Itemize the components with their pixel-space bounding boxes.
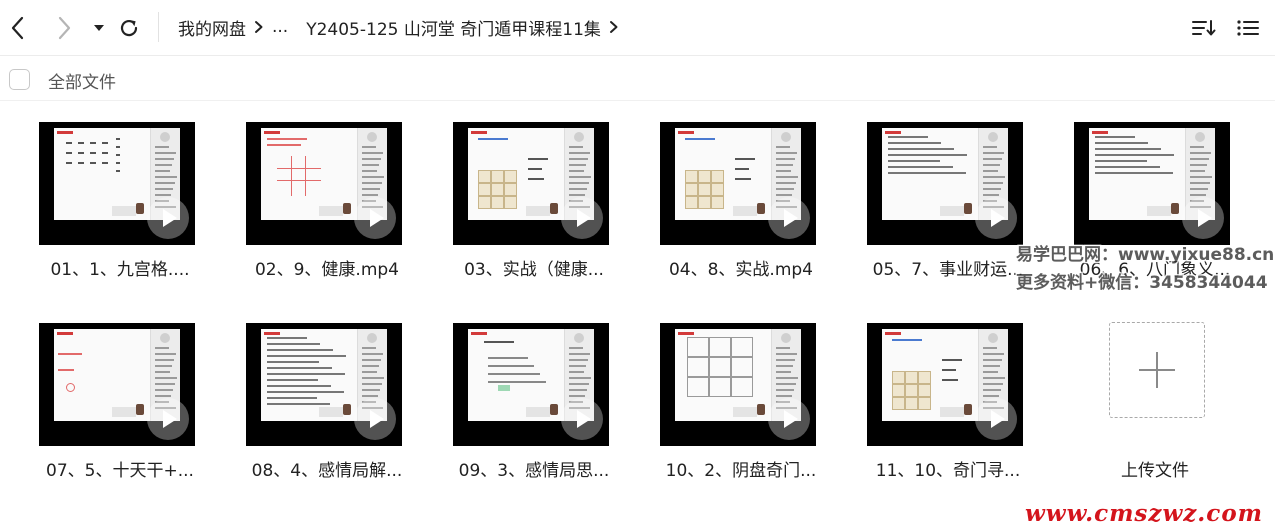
chevron-right-icon xyxy=(601,20,627,34)
refresh-icon xyxy=(120,19,138,37)
file-tile[interactable]: 11、10、奇门寻... xyxy=(853,302,1043,482)
video-thumbnail[interactable] xyxy=(246,323,402,446)
history-dropdown-button[interactable] xyxy=(83,10,115,46)
sort-descending-icon xyxy=(1192,20,1216,36)
caret-down-icon xyxy=(94,25,104,31)
play-icon xyxy=(147,398,189,440)
file-name[interactable]: 08、4、感情局解... xyxy=(232,456,422,481)
file-tile[interactable]: 02、9、健康.mp4 xyxy=(232,101,422,281)
play-icon xyxy=(147,197,189,239)
list-view-icon xyxy=(1237,20,1259,36)
video-thumbnail[interactable] xyxy=(39,122,195,245)
toolbar-divider xyxy=(158,12,159,42)
file-tile[interactable]: 05、7、事业财运... xyxy=(853,101,1043,281)
video-thumbnail[interactable] xyxy=(453,323,609,446)
play-icon xyxy=(768,398,810,440)
file-grid: 01、1、九宫格.... 02、9、健康.mp4 03、实战（健康... 04、8、实… xyxy=(0,101,1275,532)
file-tile[interactable]: 08、4、感情局解... xyxy=(232,302,422,482)
file-name[interactable]: 07、5、十天干+... xyxy=(25,456,215,481)
file-tile[interactable]: 01、1、九宫格.... xyxy=(25,101,215,281)
chevron-right-icon xyxy=(58,16,71,40)
play-icon xyxy=(975,197,1017,239)
play-icon xyxy=(561,197,603,239)
file-tile[interactable]: 04、8、实战.mp4 xyxy=(646,101,836,281)
breadcrumb-current[interactable]: Y2405-125 山河堂 奇门遁甲课程11集 xyxy=(306,15,601,40)
watermark-line-2: 更多资料+微信：3458344044 xyxy=(1015,272,1270,295)
breadcrumb-ellipsis[interactable]: ... xyxy=(272,17,288,37)
select-all-checkbox[interactable] xyxy=(9,69,30,90)
file-name[interactable]: 05、7、事业财运... xyxy=(853,255,1043,280)
file-tile[interactable]: 07、5、十天干+... xyxy=(25,302,215,482)
select-all-bar: 全部文件 xyxy=(0,57,1275,101)
breadcrumb-root[interactable]: 我的网盘 xyxy=(178,15,246,40)
file-name[interactable]: 11、10、奇门寻... xyxy=(853,456,1043,481)
watermark-line-1: 易学巴巴网：www.yixue88.cn xyxy=(1014,244,1275,267)
upload-button[interactable] xyxy=(1109,322,1205,418)
forward-button[interactable] xyxy=(48,10,80,46)
watermark-site: www.cmszwz.com xyxy=(1025,500,1263,527)
play-icon xyxy=(354,398,396,440)
video-thumbnail[interactable] xyxy=(660,323,816,446)
plus-icon xyxy=(1139,352,1175,388)
top-navigation-bar: 我的网盘 ... Y2405-125 山河堂 奇门遁甲课程11集 xyxy=(0,0,1275,56)
chevron-left-icon xyxy=(11,16,24,40)
upload-label[interactable]: 上传文件 xyxy=(1060,456,1250,481)
back-button[interactable] xyxy=(2,10,34,46)
file-name[interactable]: 01、1、九宫格.... xyxy=(25,255,215,280)
play-icon xyxy=(768,197,810,239)
play-icon xyxy=(1182,197,1224,239)
view-mode-button[interactable] xyxy=(1231,12,1265,44)
file-tile[interactable]: 10、2、阴盘奇门... xyxy=(646,302,836,482)
file-name[interactable]: 03、实战（健康... xyxy=(439,255,629,280)
select-all-label: 全部文件 xyxy=(48,73,116,93)
file-name[interactable]: 09、3、感情局思... xyxy=(439,456,629,481)
file-tile[interactable]: 03、实战（健康... xyxy=(439,101,629,281)
sort-button[interactable] xyxy=(1187,12,1221,44)
file-name[interactable]: 10、2、阴盘奇门... xyxy=(646,456,836,481)
video-thumbnail[interactable] xyxy=(867,122,1023,245)
play-icon xyxy=(561,398,603,440)
video-thumbnail[interactable] xyxy=(39,323,195,446)
upload-tile[interactable]: 上传文件 xyxy=(1060,302,1250,482)
chevron-right-icon xyxy=(246,20,272,34)
video-thumbnail[interactable] xyxy=(246,122,402,245)
file-tile[interactable]: 09、3、感情局思... xyxy=(439,302,629,482)
video-thumbnail[interactable] xyxy=(1074,122,1230,245)
file-name[interactable]: 02、9、健康.mp4 xyxy=(232,255,422,280)
video-thumbnail[interactable] xyxy=(867,323,1023,446)
refresh-button[interactable] xyxy=(113,10,145,46)
video-thumbnail[interactable] xyxy=(453,122,609,245)
play-icon xyxy=(354,197,396,239)
breadcrumb: 我的网盘 ... Y2405-125 山河堂 奇门遁甲课程11集 xyxy=(178,0,627,54)
video-thumbnail[interactable] xyxy=(660,122,816,245)
file-name[interactable]: 04、8、实战.mp4 xyxy=(646,255,836,280)
play-icon xyxy=(975,398,1017,440)
